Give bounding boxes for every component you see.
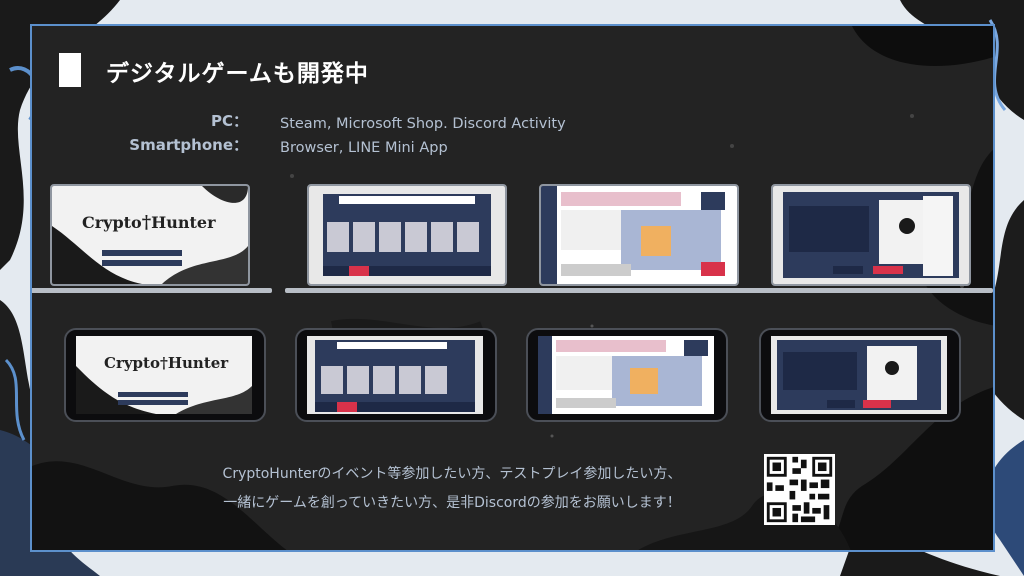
qr-code-icon[interactable]: [764, 454, 835, 525]
logo-text: Crypto†Hunter: [82, 212, 216, 233]
qr-code-pattern: [764, 454, 835, 525]
deck-screen-art: [309, 186, 505, 284]
battle-screen-art: [541, 186, 737, 284]
title-screen-art: [52, 186, 248, 284]
platform-value-smartphone: Browser, LINE Mini App: [280, 140, 448, 156]
card-screen-art: [773, 186, 969, 284]
phone-logo-text: Crypto†Hunter: [104, 354, 229, 372]
title-marker: [59, 53, 81, 87]
phone-card-art: [771, 336, 947, 414]
phone-deck-screen: [295, 328, 497, 422]
phone-card-screen: [759, 328, 961, 422]
platform-value-pc: Steam, Microsoft Shop. Discord Activity: [280, 116, 566, 132]
phone-battle-art: [538, 336, 714, 414]
phone-title-screen: Crypto†Hunter: [64, 328, 266, 422]
phone-title-art: [76, 336, 252, 414]
slide-title: デジタルゲームも開発中: [106, 61, 369, 87]
discord-message-line-1: CryptoHunterのイベント等参加したい方、テストプレイ参加したい方、: [222, 466, 682, 482]
platform-label-smartphone: Smartphone：: [129, 136, 248, 154]
slide-panel: デジタルゲームも開発中 PC： Steam, Microsoft Shop. D…: [30, 24, 995, 552]
phone-deck-art: [307, 336, 483, 414]
discord-message-line-2: 一緒にゲームを創っていきたい方、是非Discordの参加をお願いします！: [223, 495, 681, 511]
platform-label-pc: PC：: [210, 112, 248, 130]
phone-battle-screen: [526, 328, 728, 422]
